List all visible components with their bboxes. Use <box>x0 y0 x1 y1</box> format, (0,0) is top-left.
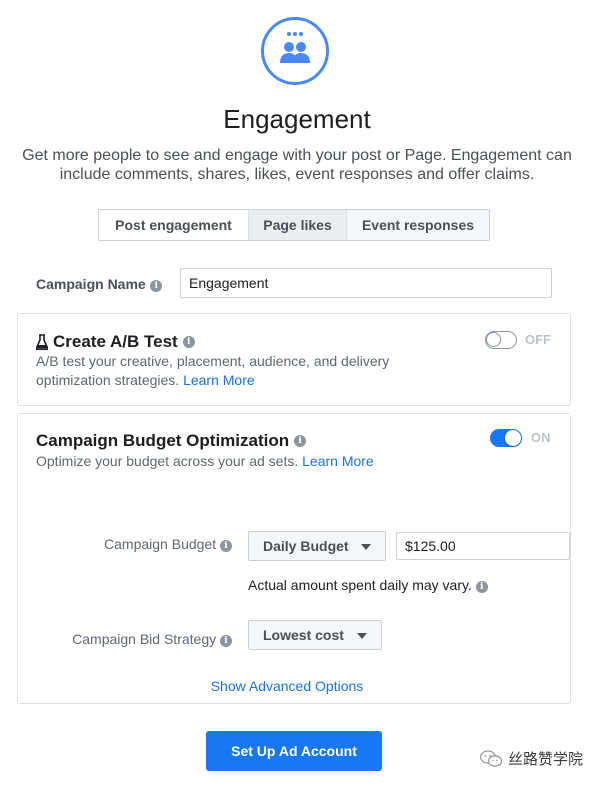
budget-type-value: Daily Budget <box>263 538 349 554</box>
info-icon[interactable]: i <box>294 435 307 447</box>
objective-description: Get more people to see and engage with y… <box>22 147 572 183</box>
info-icon[interactable]: i <box>150 280 163 292</box>
tab-event-responses[interactable]: Event responses <box>347 210 489 240</box>
ab-test-title-row: Create A/B Test i <box>36 332 195 352</box>
info-icon[interactable]: i <box>475 581 488 593</box>
bid-strategy-dropdown[interactable]: Lowest cost <box>248 620 382 650</box>
set-up-ad-account-button[interactable]: Set Up Ad Account <box>206 731 382 771</box>
caret-down-icon <box>357 633 367 639</box>
engagement-objective-icon <box>261 17 329 85</box>
caret-down-icon <box>361 544 371 550</box>
watermark-text: 丝路赞学院 <box>508 751 584 768</box>
ab-test-toggle-state: OFF <box>525 332 551 347</box>
watermark: 丝路赞学院 <box>480 748 583 769</box>
flask-icon <box>36 334 48 350</box>
campaign-name-input[interactable]: Engagement <box>180 268 552 298</box>
engagement-type-tabs: Post engagement Page likes Event respons… <box>98 209 490 241</box>
campaign-budget-label: Campaign Budget <box>104 536 217 552</box>
bid-strategy-label-row: Campaign Bid Strategy i <box>40 631 232 647</box>
info-icon[interactable]: i <box>182 336 195 348</box>
cbo-description-text: Optimize your budget across your ad sets… <box>36 453 299 469</box>
toggle-knob <box>505 430 521 446</box>
campaign-name-label: Campaign Name <box>36 276 146 292</box>
ab-test-description: A/B test your creative, placement, audie… <box>36 352 436 390</box>
cbo-description: Optimize your budget across your ad sets… <box>36 452 456 471</box>
page-title: Engagement <box>223 104 371 134</box>
info-icon[interactable]: i <box>220 635 232 647</box>
wechat-logo-icon <box>480 749 502 767</box>
toggle-knob <box>486 332 501 347</box>
budget-note: Actual amount spent daily may vary. <box>248 577 472 593</box>
ab-test-toggle[interactable] <box>485 331 517 349</box>
cbo-title: Campaign Budget Optimization <box>36 431 290 450</box>
info-icon[interactable]: i <box>220 540 232 552</box>
ab-test-title: Create A/B Test <box>53 332 178 351</box>
cbo-learn-more-link[interactable]: Learn More <box>302 453 374 469</box>
bid-strategy-label: Campaign Bid Strategy <box>72 631 217 647</box>
budget-amount-input[interactable]: $125.00 <box>396 532 570 560</box>
tab-post-engagement[interactable]: Post engagement <box>99 210 249 240</box>
campaign-name-label-row: Campaign Name i <box>36 276 163 294</box>
campaign-budget-label-row: Campaign Budget i <box>60 536 232 552</box>
people-group-icon <box>280 32 310 63</box>
show-advanced-options-link[interactable]: Show Advanced Options <box>0 678 574 694</box>
bid-strategy-value: Lowest cost <box>263 627 344 643</box>
cbo-title-row: Campaign Budget Optimization i <box>36 431 307 451</box>
budget-note-row: Actual amount spent daily may vary. i <box>248 577 488 593</box>
budget-type-dropdown[interactable]: Daily Budget <box>248 531 386 561</box>
ab-test-learn-more-link[interactable]: Learn More <box>183 372 255 388</box>
cbo-toggle[interactable] <box>490 429 522 447</box>
cbo-toggle-state: ON <box>531 430 551 445</box>
tab-page-likes[interactable]: Page likes <box>249 210 347 240</box>
